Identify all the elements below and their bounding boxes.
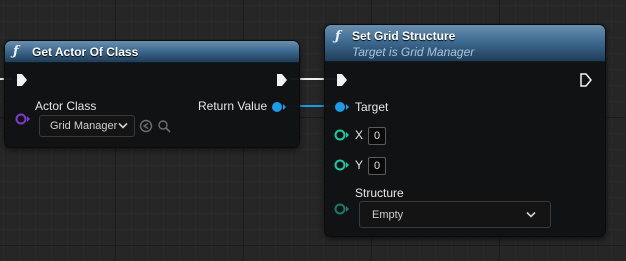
chevron-down-icon [118,122,128,129]
x-value-input[interactable]: 0 [368,127,386,145]
exec-input-pin[interactable] [336,73,348,87]
node-get-actor-of-class[interactable]: ƒ Get Actor Of Class Actor Class Grid Ma… [4,40,300,148]
structure-pin[interactable] [334,203,352,215]
return-value-pin[interactable] [271,101,289,113]
node-subtitle: Target is Grid Manager [352,45,475,59]
return-value-label: Return Value [198,99,268,113]
target-label: Target [355,100,389,114]
actor-class-pin[interactable] [15,113,31,125]
node-title: Get Actor Of Class [32,45,139,59]
structure-label: Structure [355,186,404,200]
actor-class-label: Actor Class [35,99,97,113]
exec-output-pin[interactable] [276,73,288,87]
y-pin[interactable] [334,159,352,171]
structure-dropdown[interactable]: Empty [359,201,551,228]
node-set-grid-structure[interactable]: ƒ Set Grid Structure Target is Grid Mana… [324,24,606,237]
node-header[interactable]: ƒ Get Actor Of Class [5,41,299,63]
function-icon: ƒ [335,29,341,44]
y-value-input[interactable]: 0 [368,157,386,175]
use-selected-asset-icon[interactable] [139,119,153,133]
exec-input-pin[interactable] [16,73,28,87]
x-label: X [355,128,364,142]
structure-value: Empty [372,208,404,221]
x-pin[interactable] [334,129,352,141]
function-icon: ƒ [13,44,19,59]
exec-output-pin[interactable] [580,73,592,87]
actor-class-value: Grid Manager [50,120,118,132]
actor-class-dropdown[interactable]: Grid Manager [39,115,135,137]
browse-asset-icon[interactable] [157,119,171,133]
target-pin[interactable] [334,101,352,113]
node-title: Set Grid Structure [352,29,456,43]
chevron-down-icon [526,211,536,218]
y-label: Y [355,158,364,172]
node-header[interactable]: ƒ Set Grid Structure Target is Grid Mana… [325,25,605,62]
